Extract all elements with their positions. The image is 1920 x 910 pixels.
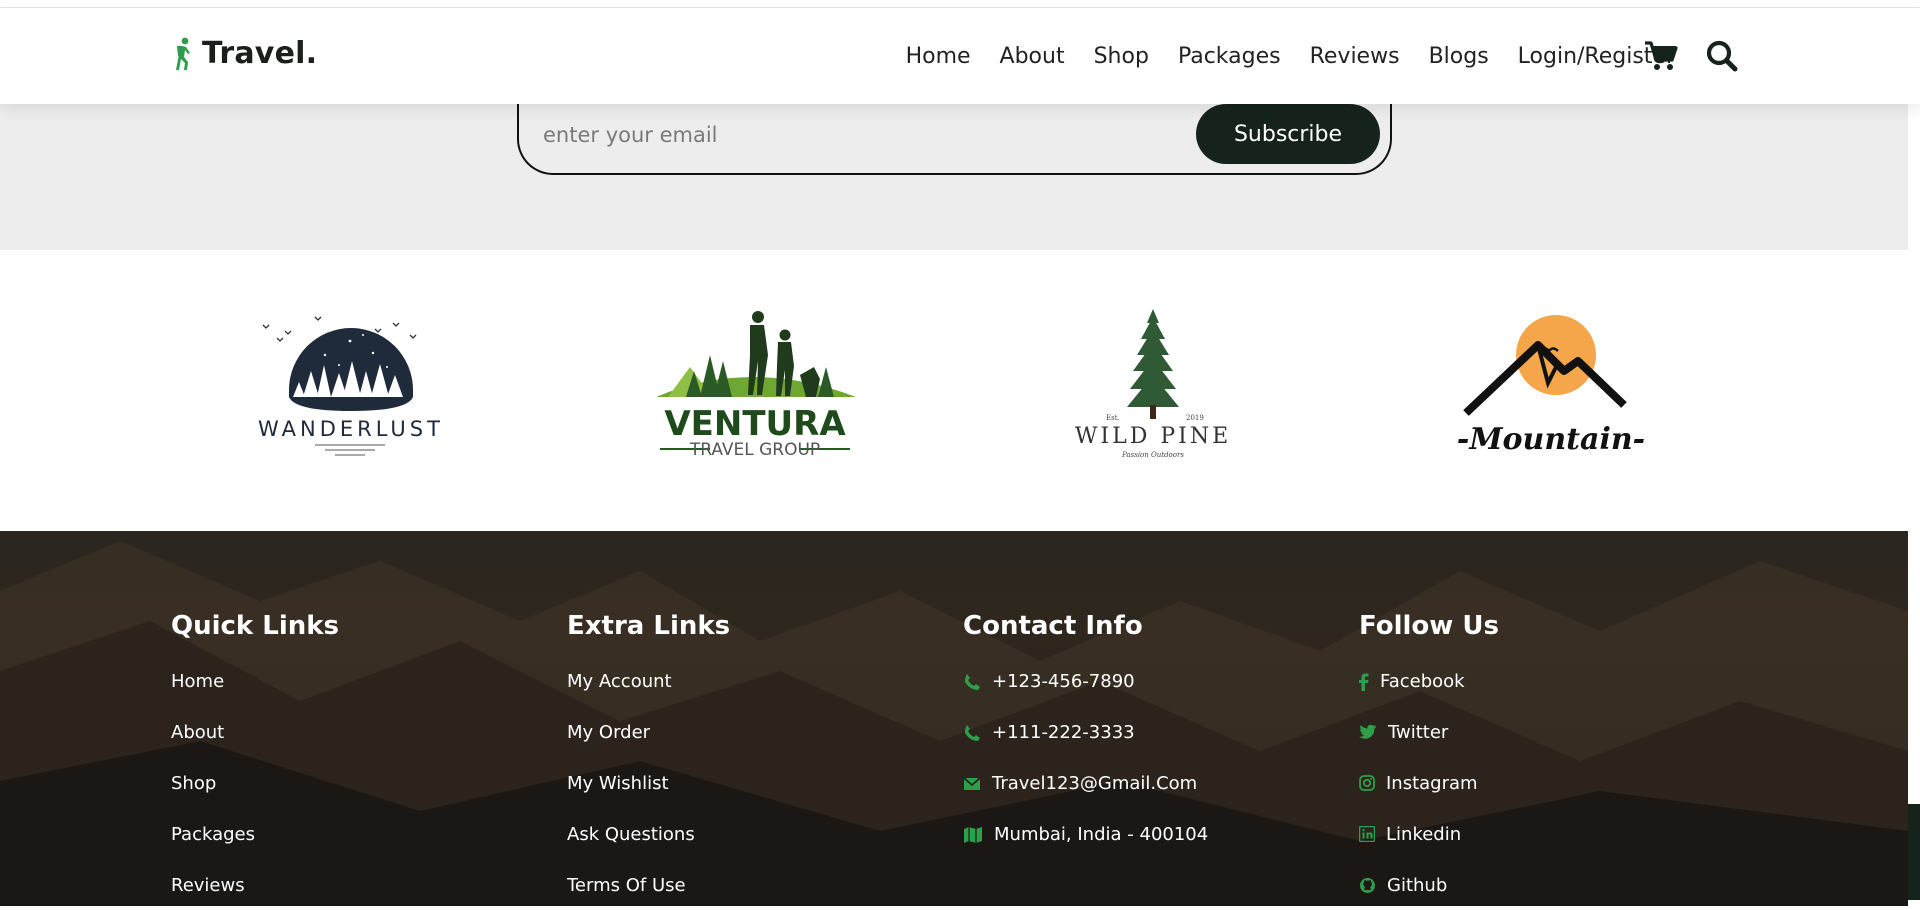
- site-footer: Quick Links Home About Shop Packages Rev…: [0, 531, 1908, 910]
- phone-icon: [965, 725, 980, 741]
- github-icon: [1360, 878, 1375, 893]
- wanderlust-text: WANDERLUST: [258, 417, 444, 441]
- main-nav: Home About Shop Packages Reviews Blogs L…: [906, 8, 1675, 104]
- brand-name: Travel.: [202, 36, 318, 71]
- contact-address[interactable]: Mumbai, India - 400104: [963, 824, 1208, 875]
- phone-icon: [965, 674, 980, 690]
- navbar: Travel. Home About Shop Packages Reviews…: [0, 8, 1920, 104]
- footer-link-terms-of-use[interactable]: Terms Of Use: [567, 875, 730, 910]
- nav-blogs[interactable]: Blogs: [1429, 44, 1489, 69]
- social-github-text: Github: [1387, 875, 1448, 896]
- social-twitter-text: Twitter: [1388, 722, 1449, 743]
- linkedin-icon: [1359, 826, 1375, 842]
- nav-home[interactable]: Home: [906, 44, 971, 69]
- email-input[interactable]: [543, 104, 1163, 166]
- contact-info-title: Contact Info: [963, 611, 1143, 641]
- social-instagram-text: Instagram: [1386, 773, 1478, 794]
- footer-link-my-wishlist[interactable]: My Wishlist: [567, 773, 730, 824]
- social-github[interactable]: Github: [1359, 875, 1499, 910]
- bottom-bar: [0, 906, 1920, 910]
- social-twitter[interactable]: Twitter: [1359, 722, 1499, 773]
- follow-us-title: Follow Us: [1359, 611, 1499, 641]
- subscribe-button[interactable]: Subscribe: [1196, 104, 1380, 164]
- social-linkedin-text: Linkedin: [1386, 824, 1462, 845]
- social-linkedin[interactable]: Linkedin: [1359, 824, 1499, 875]
- wanderlust-logo: WANDERLUST: [258, 316, 444, 456]
- quick-links-title: Quick Links: [171, 611, 340, 641]
- footer-link-home[interactable]: Home: [171, 671, 339, 722]
- footer-link-ask-questions[interactable]: Ask Questions: [567, 824, 730, 875]
- wild-pine-text: WILD PINE: [1075, 424, 1231, 449]
- twitter-icon: [1359, 724, 1376, 739]
- mountain-logo: -Mountain-: [1457, 315, 1645, 457]
- contact-phone-1[interactable]: +123-456-7890: [963, 671, 1208, 722]
- site-logo[interactable]: Travel.: [170, 36, 317, 71]
- nav-icons: [1644, 40, 1738, 72]
- wild-pine-year: 2019: [1186, 414, 1204, 422]
- envelope-icon: [963, 777, 981, 790]
- footer-link-about[interactable]: About: [171, 722, 339, 773]
- social-facebook[interactable]: Facebook: [1359, 671, 1499, 722]
- newsletter-form: Subscribe: [517, 104, 1392, 175]
- top-border: [0, 0, 1920, 8]
- footer-link-my-account[interactable]: My Account: [567, 671, 730, 722]
- contact-phone-1-text: +123-456-7890: [992, 671, 1135, 692]
- quick-links: Quick Links Home About Shop Packages Rev…: [171, 611, 339, 910]
- facebook-icon: [1359, 673, 1369, 691]
- contact-info: Contact Info +123-456-7890 +111-222-3333…: [963, 611, 1208, 875]
- scroll-to-top-tab[interactable]: [1908, 804, 1920, 900]
- wild-pine-logo: Est. 2019 WILD PINE Passion Outdoors: [1075, 309, 1231, 459]
- contact-email-text: Travel123@Gmail.Com: [992, 773, 1198, 794]
- footer-link-shop[interactable]: Shop: [171, 773, 339, 824]
- wild-pine-est: Est.: [1106, 414, 1120, 422]
- ventura-text: VENTURA: [664, 404, 846, 444]
- social-instagram[interactable]: Instagram: [1359, 773, 1499, 824]
- contact-email[interactable]: Travel123@Gmail.Com: [963, 773, 1208, 824]
- mountain-text: -Mountain-: [1457, 422, 1645, 457]
- cart-icon[interactable]: [1644, 40, 1678, 72]
- footer-link-packages[interactable]: Packages: [171, 824, 339, 875]
- follow-us: Follow Us Facebook Twitter Instagram Lin…: [1359, 611, 1499, 910]
- ventura-logo: VENTURA TRAVEL GROUP: [656, 311, 856, 460]
- wild-pine-tagline: Passion Outdoors: [1121, 451, 1184, 459]
- nav-reviews[interactable]: Reviews: [1310, 44, 1400, 69]
- extra-links-title: Extra Links: [567, 611, 731, 641]
- search-icon[interactable]: [1706, 40, 1738, 72]
- footer-link-reviews[interactable]: Reviews: [171, 875, 339, 910]
- nav-packages[interactable]: Packages: [1178, 44, 1281, 69]
- instagram-icon: [1359, 775, 1375, 791]
- hiker-icon: [176, 37, 190, 70]
- extra-links: Extra Links My Account My Order My Wishl…: [567, 611, 730, 910]
- social-facebook-text: Facebook: [1380, 671, 1465, 692]
- contact-address-text: Mumbai, India - 400104: [994, 824, 1209, 845]
- ventura-subtitle: TRAVEL GROUP: [689, 440, 820, 460]
- contact-phone-2[interactable]: +111-222-3333: [963, 722, 1208, 773]
- footer-link-my-order[interactable]: My Order: [567, 722, 730, 773]
- nav-about[interactable]: About: [1000, 44, 1065, 69]
- newsletter-section: Subscribe: [0, 104, 1908, 250]
- map-icon: [964, 827, 982, 843]
- partner-brands: WANDERLUST VENTURA TRAVEL GROUP Est. 201…: [0, 250, 1908, 531]
- contact-phone-2-text: +111-222-3333: [992, 722, 1135, 743]
- nav-shop[interactable]: Shop: [1094, 44, 1149, 69]
